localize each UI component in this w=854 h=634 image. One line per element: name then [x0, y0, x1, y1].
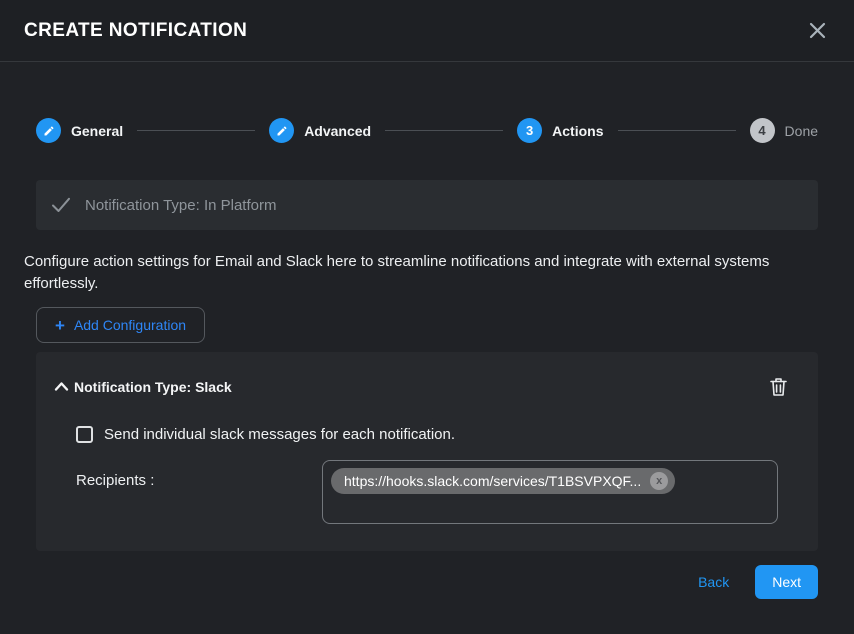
wizard-stepper: General Advanced 3 Actions 4 Done: [36, 118, 818, 143]
add-configuration-label: Add Configuration: [74, 317, 186, 333]
slack-configuration-panel: Notification Type: Slack Send individual…: [36, 352, 818, 551]
modal-content: General Advanced 3 Actions 4 Done: [0, 62, 854, 634]
next-button[interactable]: Next: [755, 565, 818, 599]
step-general[interactable]: General: [36, 118, 123, 143]
recipient-chip-text: https://hooks.slack.com/services/T1BSVPX…: [344, 473, 641, 489]
recipient-chip: https://hooks.slack.com/services/T1BSVPX…: [331, 468, 675, 494]
step-number-badge: 3: [517, 118, 542, 143]
create-notification-modal: CREATE NOTIFICATION General Advanced: [0, 0, 854, 634]
individual-messages-checkbox[interactable]: [76, 426, 93, 443]
step-done: 4 Done: [750, 118, 818, 143]
chevron-up-icon[interactable]: [54, 381, 69, 392]
pencil-edit-icon: [36, 118, 61, 143]
notification-type-banner: Notification Type: In Platform: [36, 180, 818, 230]
recipients-row: Recipients : https://hooks.slack.com/ser…: [76, 460, 778, 524]
step-label: Done: [785, 123, 818, 139]
modal-footer: Back Next: [36, 565, 818, 599]
notification-type-banner-label: Notification Type: In Platform: [85, 197, 276, 214]
modal-header: CREATE NOTIFICATION: [0, 0, 854, 62]
checkmark-icon: [51, 196, 71, 214]
stepper-connector: [137, 130, 255, 131]
actions-description: Configure action settings for Email and …: [24, 251, 814, 295]
plus-icon: +: [55, 317, 65, 334]
individual-messages-row: Send individual slack messages for each …: [76, 426, 778, 443]
back-button[interactable]: Back: [698, 574, 729, 590]
step-advanced[interactable]: Advanced: [269, 118, 371, 143]
pencil-edit-icon: [269, 118, 294, 143]
individual-messages-label: Send individual slack messages for each …: [104, 426, 455, 443]
step-number-badge: 4: [750, 118, 775, 143]
modal-title: CREATE NOTIFICATION: [24, 20, 247, 42]
step-label: Advanced: [304, 123, 371, 139]
step-label: General: [71, 123, 123, 139]
step-label: Actions: [552, 123, 603, 139]
slack-panel-title: Notification Type: Slack: [74, 379, 232, 395]
stepper-connector: [385, 130, 503, 131]
recipients-label: Recipients :: [76, 460, 322, 489]
add-configuration-button[interactable]: + Add Configuration: [36, 307, 205, 343]
close-icon[interactable]: [804, 18, 830, 44]
slack-panel-header: Notification Type: Slack: [36, 376, 818, 397]
chip-remove-icon[interactable]: x: [650, 472, 668, 490]
trash-icon[interactable]: [769, 376, 788, 397]
step-actions[interactable]: 3 Actions: [517, 118, 603, 143]
stepper-connector: [618, 130, 736, 131]
recipients-input[interactable]: https://hooks.slack.com/services/T1BSVPX…: [322, 460, 778, 524]
